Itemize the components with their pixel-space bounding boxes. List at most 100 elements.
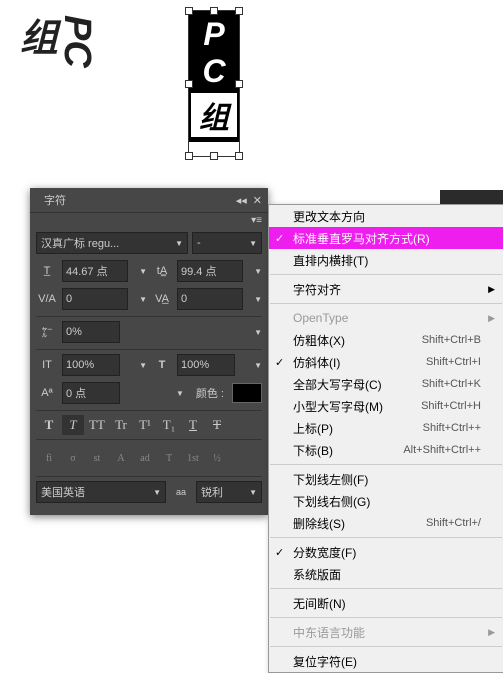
character-panel[interactable]: 字符 ◂◂ ✕ ▾≡ 汉真广标 regu...▼ -▼ T̲ 44.67 点 ▼… bbox=[30, 188, 268, 515]
menu-item[interactable]: ✓标准垂直罗马对齐方式(R) bbox=[269, 227, 503, 249]
menu-item-label: 标准垂直罗马对齐方式(R) bbox=[293, 230, 430, 247]
ligatures-button[interactable]: fi bbox=[38, 448, 60, 468]
submenu-arrow-icon: ▶ bbox=[488, 627, 495, 638]
menu-item[interactable]: 直排内横排(T) bbox=[269, 249, 503, 271]
font-family-value: 汉真广标 regu... bbox=[41, 235, 119, 251]
menu-item[interactable]: ✓分数宽度(F) bbox=[269, 541, 503, 563]
menu-item[interactable]: 小型大写字母(M)Shift+Ctrl+H bbox=[269, 395, 503, 417]
dropdown-arrow-icon[interactable]: ▼ bbox=[139, 295, 147, 304]
font-style-dropdown[interactable]: -▼ bbox=[192, 232, 262, 254]
stylistic-alt-button[interactable]: ad bbox=[134, 448, 156, 468]
baseline-shift-icon: Aª bbox=[36, 382, 58, 404]
opentype-row: fi σ st A ad T 1st ½ bbox=[36, 444, 262, 472]
menu-item[interactable]: 无间断(N) bbox=[269, 592, 503, 614]
text-zu: 组 bbox=[20, 20, 58, 58]
kerning-input[interactable]: 0 bbox=[62, 288, 128, 310]
dropdown-arrow-icon[interactable]: ▼ bbox=[254, 328, 262, 337]
dropdown-arrow-icon[interactable]: ▼ bbox=[254, 295, 262, 304]
selected-text-content: PC 组 bbox=[189, 11, 239, 142]
swash-button[interactable]: A bbox=[110, 448, 132, 468]
transform-handle[interactable] bbox=[235, 80, 243, 88]
transform-handle[interactable] bbox=[235, 7, 243, 15]
superscript-button[interactable]: T¹ bbox=[134, 415, 156, 435]
menu-item[interactable]: 全部大写字母(C)Shift+Ctrl+K bbox=[269, 373, 503, 395]
canvas[interactable]: PC 组 PC 组 bbox=[0, 0, 503, 190]
antialiasing-value: 锐利 bbox=[201, 484, 223, 500]
dropdown-arrow-icon[interactable]: ▼ bbox=[176, 389, 184, 398]
leading-input[interactable]: 99.4 点 bbox=[177, 260, 243, 282]
character-tab[interactable]: 字符 bbox=[36, 190, 74, 210]
dropdown-arrow-icon[interactable]: ▼ bbox=[254, 267, 262, 276]
transform-handle[interactable] bbox=[210, 152, 218, 160]
menu-shortcut: Shift+Ctrl+B bbox=[422, 334, 481, 346]
menu-item-label: 中东语言功能 bbox=[293, 624, 365, 641]
menu-item[interactable]: 系统版面 bbox=[269, 563, 503, 585]
menu-item[interactable]: 删除线(S)Shift+Ctrl+/ bbox=[269, 512, 503, 534]
antialiasing-dropdown[interactable]: 锐利▼ bbox=[196, 481, 262, 503]
menu-item-label: 上标(P) bbox=[293, 420, 333, 437]
menu-item-label: 全部大写字母(C) bbox=[293, 376, 382, 393]
language-dropdown[interactable]: 美国英语▼ bbox=[36, 481, 166, 503]
menu-item[interactable]: 下划线左侧(F) bbox=[269, 468, 503, 490]
menu-separator bbox=[270, 646, 502, 647]
menu-item[interactable]: 更改文本方向 bbox=[269, 205, 503, 227]
allcaps-button[interactable]: TT bbox=[86, 415, 108, 435]
text-pc: PC bbox=[202, 16, 225, 89]
collapse-icon[interactable]: ◂◂ bbox=[236, 194, 247, 207]
discretionary-lig-button[interactable]: st bbox=[86, 448, 108, 468]
transform-handle[interactable] bbox=[210, 7, 218, 15]
baseline-input[interactable]: 0 点 bbox=[62, 382, 120, 404]
font-size-input[interactable]: 44.67 点 bbox=[62, 260, 128, 282]
titling-alt-button[interactable]: T bbox=[158, 448, 180, 468]
menu-shortcut: Shift+Ctrl++ bbox=[423, 422, 481, 434]
ordinals-button[interactable]: 1st bbox=[182, 448, 204, 468]
transform-handle[interactable] bbox=[235, 152, 243, 160]
subscript-button[interactable]: T₁ bbox=[158, 415, 180, 435]
menu-item-label: 系统版面 bbox=[293, 566, 341, 583]
leading-icon: tA͇ bbox=[151, 260, 173, 282]
menu-separator bbox=[270, 303, 502, 304]
menu-item[interactable]: 下划线右侧(G) bbox=[269, 490, 503, 512]
menu-item-label: 分数宽度(F) bbox=[293, 544, 356, 561]
faux-bold-button[interactable]: T bbox=[38, 415, 60, 435]
menu-item[interactable]: 仿粗体(X) Shift+Ctrl+B bbox=[269, 329, 503, 351]
faux-italic-button[interactable]: T bbox=[62, 415, 84, 435]
color-swatch[interactable] bbox=[232, 383, 262, 403]
horz-scale-input[interactable]: 100% bbox=[177, 354, 235, 376]
separator bbox=[36, 316, 262, 317]
menu-separator bbox=[270, 617, 502, 618]
text-object-normal[interactable]: PC 组 bbox=[20, 15, 96, 68]
dropdown-arrow-icon[interactable]: ▼ bbox=[139, 361, 147, 370]
font-family-dropdown[interactable]: 汉真广标 regu...▼ bbox=[36, 232, 188, 254]
submenu-arrow-icon: ▶ bbox=[488, 313, 495, 324]
underline-button[interactable]: T bbox=[182, 415, 204, 435]
transform-handle[interactable] bbox=[185, 80, 193, 88]
menu-item-label: 删除线(S) bbox=[293, 515, 345, 532]
transform-handle[interactable] bbox=[185, 7, 193, 15]
transform-handle[interactable] bbox=[185, 152, 193, 160]
menu-item[interactable]: 字符对齐▶ bbox=[269, 278, 503, 300]
text-object-selected[interactable]: PC 组 bbox=[188, 10, 240, 157]
tsume-input[interactable]: 0% bbox=[62, 321, 120, 343]
check-icon: ✓ bbox=[275, 356, 284, 369]
close-icon[interactable]: ✕ bbox=[253, 194, 262, 207]
smallcaps-button[interactable]: Tr bbox=[110, 415, 132, 435]
style-buttons-row: T T TT Tr T¹ T₁ T T bbox=[36, 410, 262, 440]
menu-item[interactable]: 上标(P) Shift+Ctrl++ bbox=[269, 417, 503, 439]
menu-item[interactable]: ✓仿斜体(I)Shift+Ctrl+I bbox=[269, 351, 503, 373]
language-value: 美国英语 bbox=[41, 484, 85, 500]
vert-scale-icon: IT bbox=[36, 354, 58, 376]
panel-header[interactable]: 字符 ◂◂ ✕ bbox=[30, 188, 268, 213]
contextual-alt-button[interactable]: σ bbox=[62, 448, 84, 468]
menu-item-label: 仿粗体(X) bbox=[293, 332, 345, 349]
flyout-menu-icon[interactable]: ▾≡ bbox=[251, 215, 262, 226]
tracking-input[interactable]: 0 bbox=[177, 288, 243, 310]
fractions-button[interactable]: ½ bbox=[206, 448, 228, 468]
dropdown-arrow-icon[interactable]: ▼ bbox=[254, 361, 262, 370]
vert-scale-input[interactable]: 100% bbox=[62, 354, 120, 376]
dropdown-arrow-icon[interactable]: ▼ bbox=[139, 267, 147, 276]
menu-item[interactable]: 下标(B)Alt+Shift+Ctrl++ bbox=[269, 439, 503, 461]
strikethrough-button[interactable]: T bbox=[206, 415, 228, 435]
panel-body: 汉真广标 regu...▼ -▼ T̲ 44.67 点 ▼ tA͇ 99.4 点… bbox=[30, 226, 268, 515]
character-panel-flyout-menu[interactable]: 更改文本方向✓标准垂直罗马对齐方式(R)直排内横排(T)字符对齐▶OpenTyp… bbox=[268, 204, 503, 673]
